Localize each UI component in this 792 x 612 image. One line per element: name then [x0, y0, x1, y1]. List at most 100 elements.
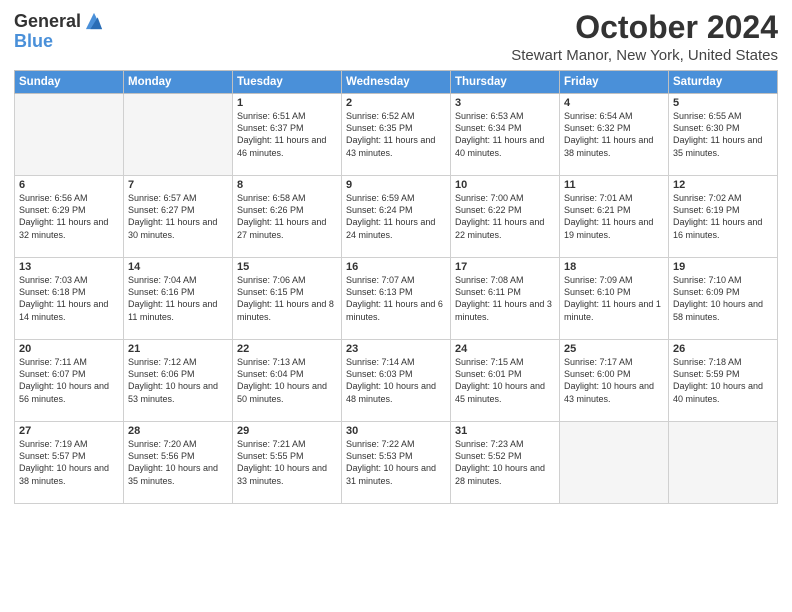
calendar-cell: 20Sunrise: 7:11 AM Sunset: 6:07 PM Dayli…: [15, 340, 124, 422]
day-info: Sunrise: 7:20 AM Sunset: 5:56 PM Dayligh…: [128, 438, 228, 487]
day-info: Sunrise: 7:06 AM Sunset: 6:15 PM Dayligh…: [237, 274, 337, 323]
calendar-cell: 5Sunrise: 6:55 AM Sunset: 6:30 PM Daylig…: [669, 94, 778, 176]
day-number: 27: [19, 425, 119, 437]
main-container: General Blue October 2024 Stewart Manor,…: [0, 0, 792, 512]
day-info: Sunrise: 7:18 AM Sunset: 5:59 PM Dayligh…: [673, 356, 773, 405]
day-info: Sunrise: 7:09 AM Sunset: 6:10 PM Dayligh…: [564, 274, 664, 323]
day-info: Sunrise: 7:02 AM Sunset: 6:19 PM Dayligh…: [673, 192, 773, 241]
calendar-cell: 29Sunrise: 7:21 AM Sunset: 5:55 PM Dayli…: [233, 422, 342, 504]
day-number: 9: [346, 179, 446, 191]
day-info: Sunrise: 7:13 AM Sunset: 6:04 PM Dayligh…: [237, 356, 337, 405]
day-info: Sunrise: 7:19 AM Sunset: 5:57 PM Dayligh…: [19, 438, 119, 487]
month-title: October 2024: [511, 10, 778, 45]
day-number: 22: [237, 343, 337, 355]
calendar-cell: 4Sunrise: 6:54 AM Sunset: 6:32 PM Daylig…: [560, 94, 669, 176]
calendar-week-5: 27Sunrise: 7:19 AM Sunset: 5:57 PM Dayli…: [15, 422, 778, 504]
calendar-cell: [669, 422, 778, 504]
day-info: Sunrise: 7:03 AM Sunset: 6:18 PM Dayligh…: [19, 274, 119, 323]
day-info: Sunrise: 7:21 AM Sunset: 5:55 PM Dayligh…: [237, 438, 337, 487]
day-number: 10: [455, 179, 555, 191]
calendar-cell: 22Sunrise: 7:13 AM Sunset: 6:04 PM Dayli…: [233, 340, 342, 422]
day-info: Sunrise: 6:58 AM Sunset: 6:26 PM Dayligh…: [237, 192, 337, 241]
calendar-cell: 21Sunrise: 7:12 AM Sunset: 6:06 PM Dayli…: [124, 340, 233, 422]
calendar-cell: 15Sunrise: 7:06 AM Sunset: 6:15 PM Dayli…: [233, 258, 342, 340]
col-header-saturday: Saturday: [669, 71, 778, 94]
calendar-cell: 3Sunrise: 6:53 AM Sunset: 6:34 PM Daylig…: [451, 94, 560, 176]
day-number: 21: [128, 343, 228, 355]
calendar-week-1: 1Sunrise: 6:51 AM Sunset: 6:37 PM Daylig…: [15, 94, 778, 176]
day-info: Sunrise: 7:12 AM Sunset: 6:06 PM Dayligh…: [128, 356, 228, 405]
day-number: 18: [564, 261, 664, 273]
calendar-week-2: 6Sunrise: 6:56 AM Sunset: 6:29 PM Daylig…: [15, 176, 778, 258]
location-title: Stewart Manor, New York, United States: [511, 47, 778, 64]
day-info: Sunrise: 7:14 AM Sunset: 6:03 PM Dayligh…: [346, 356, 446, 405]
day-info: Sunrise: 6:54 AM Sunset: 6:32 PM Dayligh…: [564, 110, 664, 159]
day-number: 11: [564, 179, 664, 191]
day-number: 6: [19, 179, 119, 191]
day-number: 7: [128, 179, 228, 191]
day-info: Sunrise: 7:01 AM Sunset: 6:21 PM Dayligh…: [564, 192, 664, 241]
day-number: 24: [455, 343, 555, 355]
calendar-cell: 14Sunrise: 7:04 AM Sunset: 6:16 PM Dayli…: [124, 258, 233, 340]
day-info: Sunrise: 7:15 AM Sunset: 6:01 PM Dayligh…: [455, 356, 555, 405]
calendar-cell: 31Sunrise: 7:23 AM Sunset: 5:52 PM Dayli…: [451, 422, 560, 504]
day-number: 16: [346, 261, 446, 273]
day-number: 8: [237, 179, 337, 191]
calendar-cell: [124, 94, 233, 176]
day-number: 25: [564, 343, 664, 355]
calendar-week-4: 20Sunrise: 7:11 AM Sunset: 6:07 PM Dayli…: [15, 340, 778, 422]
title-block: October 2024 Stewart Manor, New York, Un…: [511, 10, 778, 64]
day-number: 17: [455, 261, 555, 273]
day-info: Sunrise: 6:57 AM Sunset: 6:27 PM Dayligh…: [128, 192, 228, 241]
calendar-cell: 26Sunrise: 7:18 AM Sunset: 5:59 PM Dayli…: [669, 340, 778, 422]
calendar-cell: 7Sunrise: 6:57 AM Sunset: 6:27 PM Daylig…: [124, 176, 233, 258]
day-number: 29: [237, 425, 337, 437]
day-number: 5: [673, 97, 773, 109]
day-info: Sunrise: 6:53 AM Sunset: 6:34 PM Dayligh…: [455, 110, 555, 159]
calendar-cell: 25Sunrise: 7:17 AM Sunset: 6:00 PM Dayli…: [560, 340, 669, 422]
calendar-cell: [15, 94, 124, 176]
calendar-cell: 28Sunrise: 7:20 AM Sunset: 5:56 PM Dayli…: [124, 422, 233, 504]
day-info: Sunrise: 7:04 AM Sunset: 6:16 PM Dayligh…: [128, 274, 228, 323]
calendar-cell: 9Sunrise: 6:59 AM Sunset: 6:24 PM Daylig…: [342, 176, 451, 258]
day-number: 26: [673, 343, 773, 355]
day-number: 30: [346, 425, 446, 437]
calendar-cell: 1Sunrise: 6:51 AM Sunset: 6:37 PM Daylig…: [233, 94, 342, 176]
day-info: Sunrise: 6:56 AM Sunset: 6:29 PM Dayligh…: [19, 192, 119, 241]
day-info: Sunrise: 6:55 AM Sunset: 6:30 PM Dayligh…: [673, 110, 773, 159]
calendar-cell: 6Sunrise: 6:56 AM Sunset: 6:29 PM Daylig…: [15, 176, 124, 258]
col-header-thursday: Thursday: [451, 71, 560, 94]
col-header-wednesday: Wednesday: [342, 71, 451, 94]
calendar-cell: 2Sunrise: 6:52 AM Sunset: 6:35 PM Daylig…: [342, 94, 451, 176]
day-info: Sunrise: 7:07 AM Sunset: 6:13 PM Dayligh…: [346, 274, 446, 323]
day-info: Sunrise: 7:22 AM Sunset: 5:53 PM Dayligh…: [346, 438, 446, 487]
day-number: 23: [346, 343, 446, 355]
calendar-cell: 17Sunrise: 7:08 AM Sunset: 6:11 PM Dayli…: [451, 258, 560, 340]
logo-general: General: [14, 12, 81, 30]
calendar-cell: 16Sunrise: 7:07 AM Sunset: 6:13 PM Dayli…: [342, 258, 451, 340]
day-number: 28: [128, 425, 228, 437]
header: General Blue October 2024 Stewart Manor,…: [14, 10, 778, 64]
col-header-friday: Friday: [560, 71, 669, 94]
calendar-cell: 19Sunrise: 7:10 AM Sunset: 6:09 PM Dayli…: [669, 258, 778, 340]
col-header-sunday: Sunday: [15, 71, 124, 94]
day-info: Sunrise: 7:17 AM Sunset: 6:00 PM Dayligh…: [564, 356, 664, 405]
calendar-cell: 10Sunrise: 7:00 AM Sunset: 6:22 PM Dayli…: [451, 176, 560, 258]
calendar-cell: 30Sunrise: 7:22 AM Sunset: 5:53 PM Dayli…: [342, 422, 451, 504]
day-info: Sunrise: 7:08 AM Sunset: 6:11 PM Dayligh…: [455, 274, 555, 323]
day-info: Sunrise: 7:23 AM Sunset: 5:52 PM Dayligh…: [455, 438, 555, 487]
day-number: 12: [673, 179, 773, 191]
calendar-cell: 18Sunrise: 7:09 AM Sunset: 6:10 PM Dayli…: [560, 258, 669, 340]
calendar-cell: 27Sunrise: 7:19 AM Sunset: 5:57 PM Dayli…: [15, 422, 124, 504]
day-info: Sunrise: 6:51 AM Sunset: 6:37 PM Dayligh…: [237, 110, 337, 159]
day-info: Sunrise: 7:10 AM Sunset: 6:09 PM Dayligh…: [673, 274, 773, 323]
day-number: 4: [564, 97, 664, 109]
day-number: 1: [237, 97, 337, 109]
col-header-monday: Monday: [124, 71, 233, 94]
day-info: Sunrise: 7:11 AM Sunset: 6:07 PM Dayligh…: [19, 356, 119, 405]
col-header-tuesday: Tuesday: [233, 71, 342, 94]
day-number: 2: [346, 97, 446, 109]
day-info: Sunrise: 6:59 AM Sunset: 6:24 PM Dayligh…: [346, 192, 446, 241]
day-info: Sunrise: 7:00 AM Sunset: 6:22 PM Dayligh…: [455, 192, 555, 241]
calendar-week-3: 13Sunrise: 7:03 AM Sunset: 6:18 PM Dayli…: [15, 258, 778, 340]
